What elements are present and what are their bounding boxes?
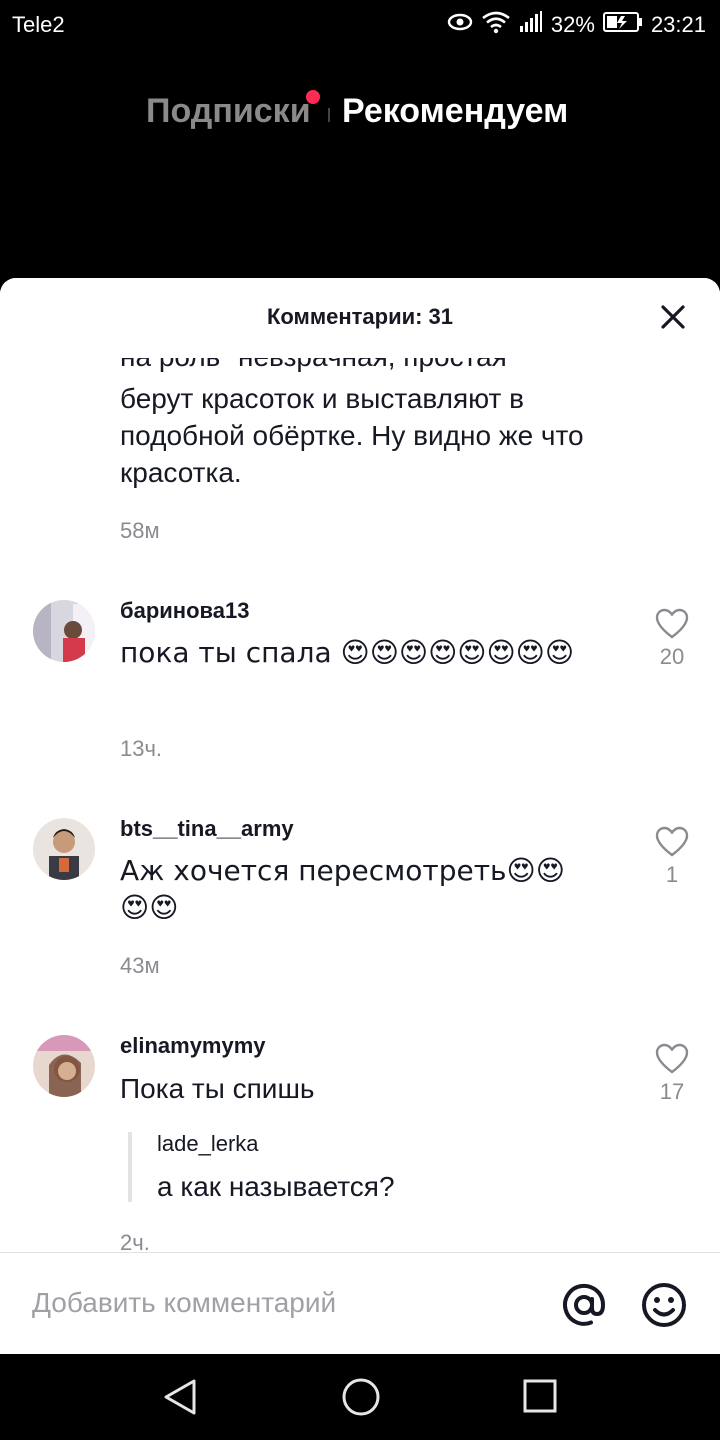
comment-text: Пока ты спишь	[120, 1073, 315, 1104]
recents-square-icon	[523, 1379, 557, 1413]
system-nav-bar	[0, 1356, 720, 1440]
tab-following[interactable]: Подписки	[146, 92, 311, 131]
heart-outline-icon	[655, 826, 689, 857]
smiley-icon	[642, 1283, 686, 1327]
status-icons: 32% 23:21	[447, 10, 706, 40]
home-button[interactable]	[340, 1376, 382, 1418]
battery-percent: 32%	[550, 12, 595, 37]
reply-indicator	[128, 1132, 132, 1202]
comments-list[interactable]: на роль "невзрачная, простая" берут крас…	[0, 278, 720, 1255]
like-button[interactable]: 1	[652, 826, 692, 888]
mention-button[interactable]	[560, 1281, 608, 1329]
carrier-name: Tele2	[12, 12, 65, 37]
back-button[interactable]	[160, 1376, 200, 1418]
like-count: 17	[659, 1079, 685, 1104]
at-sign-icon	[563, 1283, 606, 1326]
comment-username[interactable]: баринова13	[120, 598, 249, 624]
comments-sheet: на роль "невзрачная, простая" берут крас…	[0, 278, 720, 1354]
like-button[interactable]: 20	[652, 608, 692, 670]
comment-time: 13ч.	[120, 736, 163, 761]
eye-icon	[447, 11, 473, 39]
wifi-icon	[481, 10, 511, 40]
notification-dot	[306, 90, 320, 104]
close-button[interactable]	[660, 304, 686, 330]
comment-username[interactable]: elinamymymy	[120, 1033, 266, 1059]
comment-text: Аж хочется пересмотреть😍😍😍😍	[120, 854, 565, 924]
tab-divider	[328, 108, 330, 122]
comment-input[interactable]: Добавить комментарий	[32, 1287, 336, 1319]
like-count: 20	[659, 644, 685, 669]
close-icon	[661, 305, 685, 329]
home-circle-icon	[342, 1378, 380, 1416]
feed-tabs: Подписки Рекомендуем	[0, 90, 720, 140]
comment-username[interactable]: bts__tina__army	[120, 816, 294, 842]
comment-text: пока ты спала 😍😍😍😍😍😍😍😍	[120, 636, 575, 669]
like-button[interactable]: 17	[652, 1043, 692, 1105]
comments-title: Комментарии: 31	[266, 304, 454, 329]
avatar[interactable]	[33, 600, 95, 662]
comment-time: 43м	[120, 953, 160, 978]
heart-outline-icon	[655, 1043, 689, 1074]
emoji-button[interactable]	[640, 1281, 688, 1329]
clock: 23:21	[650, 12, 706, 37]
avatar[interactable]	[33, 1035, 95, 1097]
comment-composer[interactable]: Добавить комментарий	[0, 1252, 720, 1354]
avatar[interactable]	[33, 818, 95, 880]
partial-comment-text: берут красоток и выставляют в подобной о…	[120, 383, 584, 488]
reply-text: а как называется?	[157, 1171, 395, 1202]
comment-time: 58м	[120, 518, 160, 543]
like-count: 1	[665, 862, 679, 887]
back-triangle-icon	[164, 1379, 196, 1415]
comments-header: Комментарии: 31	[0, 278, 720, 358]
recents-button[interactable]	[522, 1378, 558, 1414]
tab-for-you[interactable]: Рекомендуем	[342, 92, 568, 131]
battery-icon	[602, 11, 643, 39]
signal-icon	[519, 11, 543, 39]
status-bar: Tele2 32% 23:21	[0, 0, 720, 50]
heart-outline-icon	[655, 608, 689, 639]
reply-username[interactable]: lade_lerka	[157, 1131, 259, 1157]
